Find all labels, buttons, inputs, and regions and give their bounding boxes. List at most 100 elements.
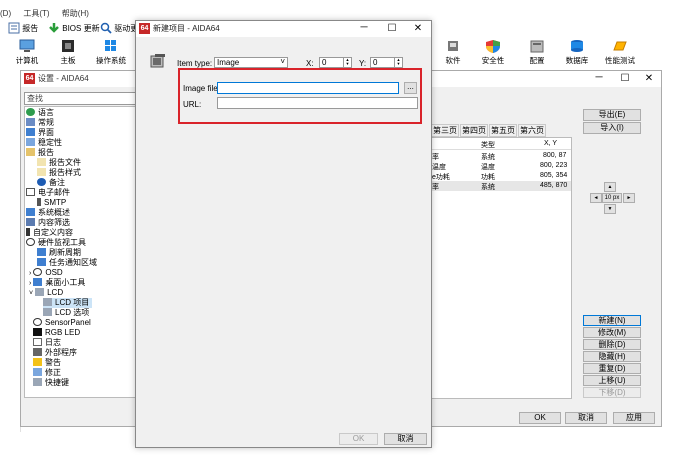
menu-item-d[interactable]: (D): [0, 9, 11, 18]
tab-page-5[interactable]: 第五页: [489, 124, 517, 137]
tree-item-rgb-led[interactable]: RGB LED: [33, 328, 80, 338]
nudge-right-button[interactable]: ►: [623, 193, 635, 203]
column-header-xy[interactable]: X, Y: [544, 140, 557, 147]
tree-item-smtp[interactable]: SMTP: [37, 198, 66, 208]
tree-item-language[interactable]: 语言: [26, 108, 54, 118]
column-header-type[interactable]: 类型: [481, 140, 495, 150]
tree-item-stability[interactable]: 稳定性: [26, 138, 62, 148]
tree-item-notes[interactable]: 备注: [37, 178, 65, 188]
table-row[interactable]: 温度 温度 800, 223: [432, 161, 571, 171]
dialog-minimize-button[interactable]: ─: [356, 22, 372, 36]
dialog-ok-button[interactable]: OK: [339, 433, 378, 445]
export-button[interactable]: 导出(E): [583, 109, 641, 121]
tab-page-3[interactable]: 第三页: [431, 124, 459, 137]
dialog-maximize-button[interactable]: ☐: [384, 22, 400, 36]
menu-item-help[interactable]: 帮助(H): [62, 9, 89, 18]
tab-page-4[interactable]: 第四页: [460, 124, 488, 137]
tree-item-report-file[interactable]: 报告文件: [37, 158, 81, 168]
category-benchmark[interactable]: 性能测试: [600, 39, 640, 65]
settings-minimize-button[interactable]: ─: [591, 72, 607, 86]
report-icon: [26, 148, 35, 156]
tree-item-hotkeys[interactable]: 快捷键: [33, 378, 69, 388]
settings-ok-button[interactable]: OK: [519, 412, 561, 424]
table-row[interactable]: e功耗 功耗 805, 354: [432, 171, 571, 181]
tree-item-lcd[interactable]: ˅ LCD: [29, 288, 63, 298]
tree-item-hw-monitor[interactable]: 硬件监视工具: [26, 238, 86, 248]
y-spinner[interactable]: 0 ▲ ▼: [370, 57, 403, 68]
software-icon: [448, 41, 458, 51]
category-config[interactable]: 配置: [522, 39, 552, 65]
dialog-close-button[interactable]: ✕: [410, 22, 426, 36]
category-os[interactable]: 操作系统: [93, 39, 129, 65]
category-motherboard[interactable]: 主板: [53, 39, 83, 65]
sensorpanel-icon: [33, 318, 42, 326]
category-computer[interactable]: 计算机: [12, 39, 42, 65]
table-row[interactable]: 率 系统 800, 87: [432, 151, 571, 161]
tree-item-osd[interactable]: › OSD: [29, 268, 63, 278]
menu-item-tools[interactable]: 工具(T): [23, 9, 49, 18]
duplicate-button[interactable]: 重复(D): [583, 363, 641, 374]
settings-maximize-button[interactable]: ☐: [617, 72, 633, 86]
tree-item-label: 桌面小工具: [45, 278, 86, 287]
tree-item-alerts[interactable]: 警告: [33, 358, 61, 368]
settings-apply-button[interactable]: 应用: [613, 412, 655, 424]
move-down-button[interactable]: 下移(D): [583, 387, 641, 398]
url-input[interactable]: [217, 97, 418, 109]
chevron-down-icon[interactable]: ˅: [29, 290, 33, 297]
settings-search-input[interactable]: 查找: [24, 92, 140, 105]
tree-item-refresh[interactable]: 刷新周期: [37, 248, 81, 258]
tree-item-system-summary[interactable]: 系统概述: [26, 208, 70, 218]
table-row[interactable]: 率 系统 485, 870: [432, 181, 571, 191]
category-security[interactable]: 安全性: [478, 39, 508, 65]
report-button[interactable]: 报告: [8, 22, 38, 36]
computer-icon: [19, 39, 35, 52]
new-button[interactable]: 新建(N): [583, 315, 641, 326]
import-button[interactable]: 导入(I): [583, 122, 641, 134]
x-spinner[interactable]: 0 ▲ ▼: [319, 57, 352, 68]
chevron-right-icon[interactable]: ›: [29, 280, 31, 287]
tree-item-custom-content[interactable]: 自定义内容: [26, 228, 73, 238]
tab-page-6[interactable]: 第六页: [518, 124, 546, 137]
bios-update-button[interactable]: BIOS 更新: [48, 22, 100, 36]
settings-cancel-button[interactable]: 取消: [565, 412, 607, 424]
delete-button[interactable]: 删除(D): [583, 339, 641, 350]
dialog-titlebar: 64 新建项目 - AIDA64 ─ ☐ ✕: [136, 21, 431, 37]
dialog-cancel-button[interactable]: 取消: [384, 433, 427, 445]
hide-button[interactable]: 隐藏(H): [583, 351, 641, 362]
spinner-arrows-icon[interactable]: ▲ ▼: [394, 58, 402, 67]
tree-item-interface[interactable]: 界面: [26, 128, 54, 138]
category-database[interactable]: 数据库: [562, 39, 592, 65]
category-label: 安全性: [481, 56, 505, 65]
tree-item-log[interactable]: 日志: [33, 338, 61, 348]
tree-item-lcd-items[interactable]: LCD 项目: [43, 298, 93, 308]
tree-item-report-style[interactable]: 报告样式: [37, 168, 81, 178]
category-software[interactable]: 软件: [438, 39, 468, 65]
nudge-down-button[interactable]: ▼: [604, 204, 616, 214]
move-up-button[interactable]: 上移(U): [583, 375, 641, 386]
image-item-icon: [150, 54, 165, 68]
nudge-step-button[interactable]: 10 px: [602, 193, 622, 203]
browse-button[interactable]: ...: [404, 82, 417, 94]
tree-item-lcd-options[interactable]: LCD 选项: [43, 308, 89, 318]
settings-close-button[interactable]: ✕: [641, 72, 657, 86]
modify-button[interactable]: 修改(M): [583, 327, 641, 338]
nudge-up-button[interactable]: ▲: [604, 182, 616, 192]
item-type-select[interactable]: Image ˅: [214, 57, 288, 68]
tree-item-sensorpanel[interactable]: SensorPanel: [33, 318, 91, 328]
tree-item-content-filter[interactable]: 内容筛选: [26, 218, 70, 228]
tree-item-email[interactable]: 电子邮件: [26, 188, 70, 198]
tree-item-corrections[interactable]: 修正: [33, 368, 61, 378]
tree-item-general[interactable]: 常规: [26, 118, 54, 128]
driver-update-button[interactable]: 驱动更: [100, 22, 138, 36]
tree-item-external-apps[interactable]: 外部程序: [33, 348, 77, 358]
shield-icon: [486, 40, 500, 53]
spinner-arrows-icon[interactable]: ▲ ▼: [343, 58, 351, 67]
tree-item-gadget[interactable]: › 桌面小工具: [29, 278, 85, 288]
tree-item-report[interactable]: 报告: [26, 148, 54, 158]
nudge-left-button[interactable]: ◄: [590, 193, 602, 203]
chevron-right-icon[interactable]: ›: [29, 270, 31, 277]
settings-title: 设置 - AIDA64: [38, 74, 89, 83]
bios-update-label: BIOS 更新: [62, 24, 100, 33]
tree-item-tray[interactable]: 任务通知区域: [37, 258, 97, 268]
image-file-input[interactable]: [217, 82, 399, 94]
